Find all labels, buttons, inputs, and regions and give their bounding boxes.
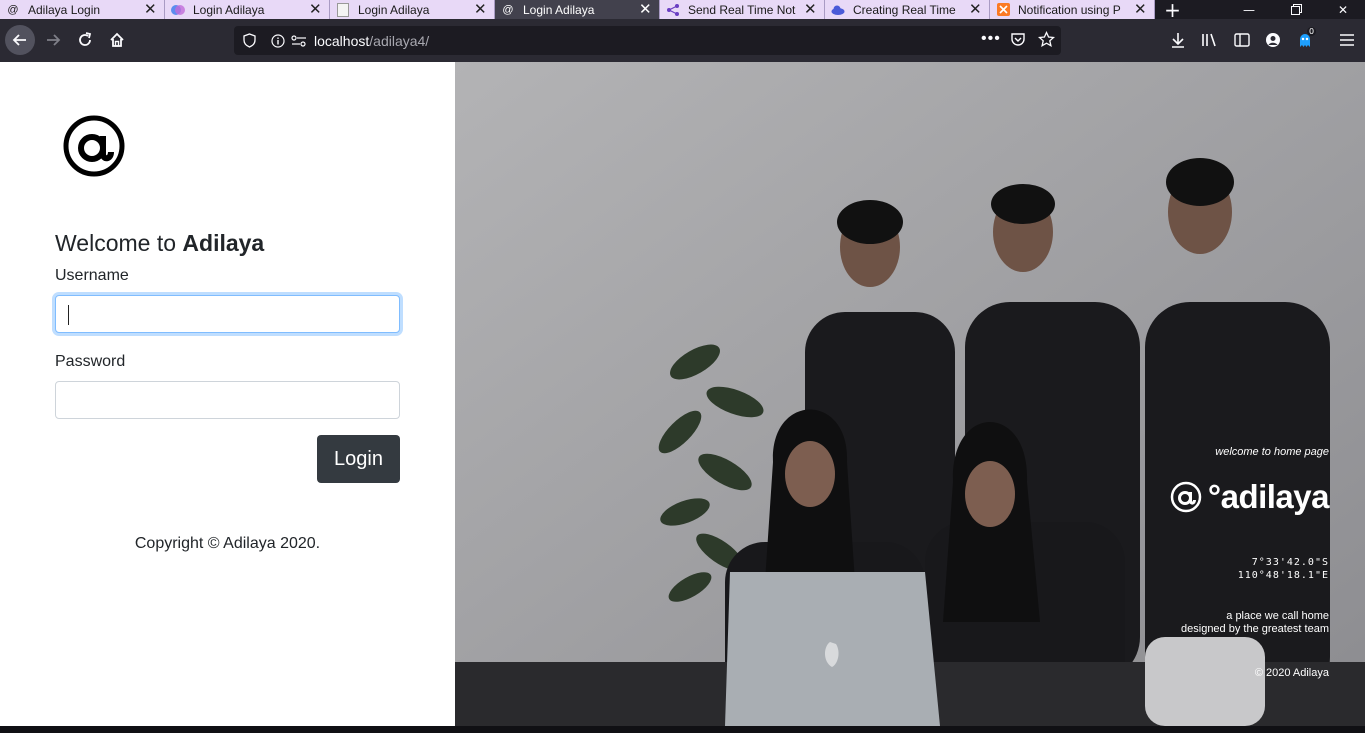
minimize-icon[interactable]: — bbox=[1243, 0, 1255, 19]
back-arrow-icon[interactable] bbox=[5, 25, 35, 55]
page-title: Welcome to Adilaya bbox=[55, 230, 264, 257]
welcome-brand: Adilaya bbox=[182, 230, 265, 256]
tab-login-adilaya-2[interactable]: Login Adilaya ✕ bbox=[330, 0, 495, 19]
tab-creating-real-time[interactable]: Creating Real Time ✕ bbox=[825, 0, 990, 19]
url-host: localhost bbox=[314, 32, 370, 49]
sidebar-icon[interactable] bbox=[1227, 25, 1257, 55]
home-icon[interactable] bbox=[102, 25, 132, 55]
username-label: Username bbox=[55, 267, 129, 284]
password-label: Password bbox=[55, 353, 126, 370]
pocket-icon[interactable] bbox=[1010, 32, 1026, 48]
tab-login-adilaya-1[interactable]: Login Adilaya ✕ bbox=[165, 0, 330, 19]
hero-brand-text: °adilaya bbox=[1207, 478, 1330, 515]
tab-title: Login Adilaya bbox=[523, 2, 595, 17]
extension-ghost-icon[interactable]: 0 bbox=[1290, 25, 1320, 55]
tab-title: Login Adilaya bbox=[358, 2, 430, 17]
reload-icon[interactable] bbox=[70, 25, 100, 55]
login-panel: Welcome to Adilaya Username Password Log… bbox=[0, 62, 455, 726]
cloud-icon bbox=[831, 3, 845, 17]
account-icon[interactable] bbox=[1258, 25, 1288, 55]
forward-arrow-icon[interactable] bbox=[38, 25, 68, 55]
address-bar[interactable]: localhost/adilaya4/ ••• bbox=[234, 26, 1061, 55]
hero-photo: welcome to home page °adilaya 7°33'42.0"… bbox=[455, 62, 1365, 726]
xampp-icon bbox=[996, 3, 1010, 17]
hero-welcome-text: welcome to home page bbox=[1215, 446, 1329, 458]
close-icon[interactable]: ✕ bbox=[474, 2, 488, 17]
navigation-toolbar: localhost/adilaya4/ ••• 0 bbox=[0, 19, 1365, 62]
colorful-app-icon bbox=[171, 3, 185, 17]
tab-send-real-time[interactable]: Send Real Time Not ✕ bbox=[660, 0, 825, 19]
close-icon[interactable]: ✕ bbox=[639, 2, 653, 17]
url-text[interactable]: localhost/adilaya4/ bbox=[314, 33, 429, 49]
page-actions-icon[interactable]: ••• bbox=[981, 30, 1001, 48]
close-icon[interactable]: ✕ bbox=[144, 2, 158, 17]
window-close-icon[interactable]: ✕ bbox=[1338, 0, 1348, 19]
hero-brand: °adilaya bbox=[1170, 478, 1330, 516]
hero-coordinates: 7°33'42.0"S 110°48'18.1"E bbox=[1238, 556, 1329, 582]
new-tab-button[interactable]: + bbox=[1155, 0, 1190, 22]
tab-title: Send Real Time Not bbox=[688, 2, 796, 17]
window-bottom-edge bbox=[0, 726, 1365, 733]
adilaya-at-icon: @ bbox=[502, 3, 514, 16]
tab-title: Login Adilaya bbox=[193, 2, 265, 17]
latitude-text: 7°33'42.0"S bbox=[1251, 557, 1329, 568]
text-cursor bbox=[68, 305, 69, 325]
tab-login-adilaya-active[interactable]: @ Login Adilaya ✕ bbox=[495, 0, 660, 19]
adilaya-at-icon bbox=[1170, 481, 1202, 513]
tagline-line-2: designed by the greatest team bbox=[1181, 623, 1329, 635]
password-field[interactable] bbox=[55, 381, 400, 419]
hero-tagline: a place we call home designed by the gre… bbox=[1181, 610, 1329, 636]
close-icon[interactable]: ✕ bbox=[969, 2, 983, 17]
tab-notification-using[interactable]: Notification using P ✕ bbox=[990, 0, 1155, 19]
username-field[interactable] bbox=[55, 295, 400, 333]
tab-title: Adilaya Login bbox=[28, 2, 101, 17]
tracking-shield-icon[interactable] bbox=[243, 33, 259, 48]
close-icon[interactable]: ✕ bbox=[804, 2, 818, 17]
bookmark-star-icon[interactable] bbox=[1038, 31, 1055, 48]
tagline-line-1: a place we call home bbox=[1226, 610, 1329, 622]
permissions-icon[interactable] bbox=[291, 34, 311, 47]
adilaya-at-icon: @ bbox=[7, 3, 19, 16]
tab-title: Creating Real Time bbox=[853, 2, 956, 17]
adilaya-logo bbox=[62, 114, 126, 178]
blank-page-icon bbox=[336, 2, 350, 17]
login-button[interactable]: Login bbox=[317, 435, 400, 483]
hero-copyright: © 2020 Adilaya bbox=[1254, 667, 1329, 679]
tab-adilaya-login[interactable]: @ Adilaya Login ✕ bbox=[0, 0, 165, 19]
close-icon[interactable]: ✕ bbox=[1134, 2, 1148, 17]
restore-icon[interactable] bbox=[1291, 0, 1302, 19]
library-icon[interactable] bbox=[1195, 25, 1225, 55]
tab-title: Notification using P bbox=[1018, 2, 1121, 17]
copyright-text: Copyright © Adilaya 2020. bbox=[134, 535, 321, 552]
close-icon[interactable]: ✕ bbox=[309, 2, 323, 17]
site-info-icon[interactable] bbox=[271, 33, 287, 48]
browser-tab-strip: @ Adilaya Login ✕ Login Adilaya ✕ Login … bbox=[0, 0, 1365, 22]
notification-count-badge: 0 bbox=[1307, 27, 1317, 36]
url-path: /adilaya4/ bbox=[369, 32, 430, 49]
share-nodes-icon bbox=[666, 3, 680, 17]
longitude-text: 110°48'18.1"E bbox=[1237, 570, 1329, 581]
welcome-prefix: Welcome to bbox=[55, 230, 183, 256]
hamburger-menu-icon[interactable] bbox=[1332, 25, 1362, 55]
page-content: Welcome to Adilaya Username Password Log… bbox=[0, 62, 1365, 726]
download-icon[interactable] bbox=[1163, 25, 1193, 55]
